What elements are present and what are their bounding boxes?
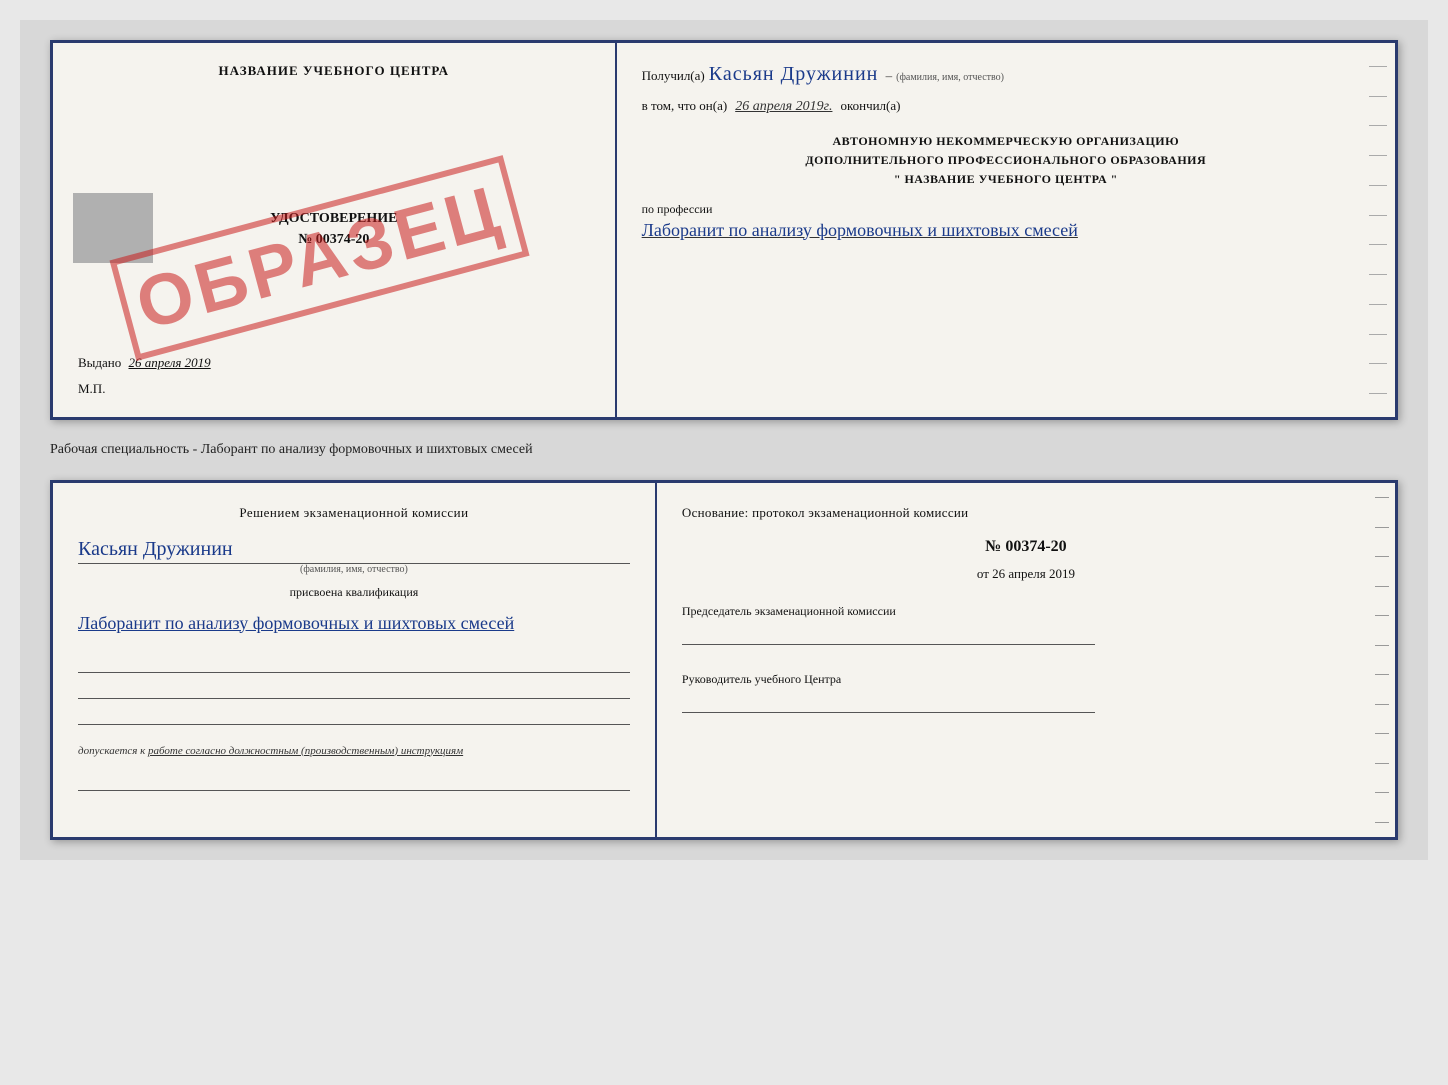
osnov-label: Основание: протокол экзаменационной коми…: [682, 503, 1370, 523]
cert-mp: М.П.: [78, 381, 590, 397]
допуск-label: допускается к: [78, 745, 145, 757]
bottom-right-panel: Основание: протокол экзаменационной коми…: [657, 483, 1395, 837]
specialty-text: Рабочая специальность - Лаборант по анал…: [50, 438, 1398, 462]
recipient-line: Получил(а) Касьян Дружинин – (фамилия, и…: [642, 63, 1370, 86]
допуск-text: допускается к работе согласно должностны…: [78, 745, 630, 757]
date-prefix: в том, что он(а): [642, 98, 728, 114]
signature-lines-left: [78, 657, 630, 725]
date-line: в том, что он(а) 26 апреля 2019г. окончи…: [642, 98, 1370, 115]
org-line3: " НАЗВАНИЕ УЧЕБНОГО ЦЕНТРА ": [642, 170, 1370, 189]
recipient-label: Получил(а): [642, 68, 705, 84]
spine-lines-bottom: [1375, 483, 1389, 837]
issued-date: 26 апреля 2019: [129, 355, 211, 370]
org-line1: АВТОНОМНУЮ НЕКОММЕРЧЕСКУЮ ОРГАНИЗАЦИЮ: [642, 132, 1370, 151]
right-edge-lines: [1369, 43, 1387, 417]
qualification-label: присвоена квалификация: [78, 585, 630, 600]
protocol-date: от 26 апреля 2019: [682, 566, 1370, 582]
chairman-signature-line: [682, 625, 1095, 645]
date-value: 26 апреля 2019г.: [735, 99, 832, 115]
profession-value: Лаборанит по анализу формовочных и шихто…: [642, 217, 1370, 244]
допуск-value: работе согласно должностным (производств…: [148, 745, 463, 757]
director-block: Руководитель учебного Центра: [682, 670, 1370, 713]
cert-left-panel: НАЗВАНИЕ УЧЕБНОГО ЦЕНТРА ОБРАЗЕЦ УДОСТОВ…: [53, 43, 617, 417]
cert-issued: Выдано 26 апреля 2019: [78, 355, 590, 371]
protocol-date-value: 26 апреля 2019: [992, 566, 1075, 581]
chairman-block: Председатель экзаменационной комиссии: [682, 602, 1370, 645]
qualification-value: Лаборанит по анализу формовочных и шихто…: [78, 610, 630, 637]
page-container: НАЗВАНИЕ УЧЕБНОГО ЦЕНТРА ОБРАЗЕЦ УДОСТОВ…: [20, 20, 1428, 860]
obrazec-text: ОБРАЗЕЦ: [110, 155, 530, 361]
protocol-date-prefix: от: [977, 566, 989, 581]
director-signature-line: [682, 693, 1095, 713]
name-underline: Касьян Дружинин: [78, 538, 630, 564]
protocol-number: № 00374-20: [682, 538, 1370, 556]
bottom-left-panel: Решением экзаменационной комиссии Касьян…: [53, 483, 657, 837]
допуск-underline-row: [78, 775, 630, 791]
issued-label: Выдано: [78, 355, 121, 370]
dash: –: [882, 68, 892, 84]
fio-label-cert: (фамилия, имя, отчество): [896, 72, 1004, 83]
cert-right-panel: Получил(а) Касьян Дружинин – (фамилия, и…: [617, 43, 1395, 417]
cert-doc-label: УДОСТОВЕРЕНИЕ: [78, 211, 590, 227]
org-block: АВТОНОМНУЮ НЕКОММЕРЧЕСКУЮ ОРГАНИЗАЦИЮ ДО…: [642, 132, 1370, 190]
org-line2: ДОПОЛНИТЕЛЬНОГО ПРОФЕССИОНАЛЬНОГО ОБРАЗО…: [642, 151, 1370, 170]
chairman-label: Председатель экзаменационной комиссии: [682, 602, 1370, 620]
decision-text: Решением экзаменационной комиссии: [78, 503, 630, 523]
profession-label: по профессии: [642, 202, 1370, 217]
name-block: Касьян Дружинин (фамилия, имя, отчество): [78, 538, 630, 575]
date-suffix: окончил(а): [840, 98, 900, 114]
certificate-document: НАЗВАНИЕ УЧЕБНОГО ЦЕНТРА ОБРАЗЕЦ УДОСТОВ…: [50, 40, 1398, 420]
recipient-name: Касьян Дружинин: [709, 63, 879, 86]
bottom-document: Решением экзаменационной комиссии Касьян…: [50, 480, 1398, 840]
profession-block: по профессии Лаборанит по анализу формов…: [642, 202, 1370, 244]
cert-title: НАЗВАНИЕ УЧЕБНОГО ЦЕНТРА: [78, 63, 590, 79]
photo-placeholder: [73, 193, 153, 263]
cert-number: № 00374-20: [78, 232, 590, 248]
director-label: Руководитель учебного Центра: [682, 670, 1370, 688]
bottom-fio-label: (фамилия, имя, отчество): [78, 564, 630, 575]
bottom-name: Касьян Дружинин: [78, 538, 233, 560]
